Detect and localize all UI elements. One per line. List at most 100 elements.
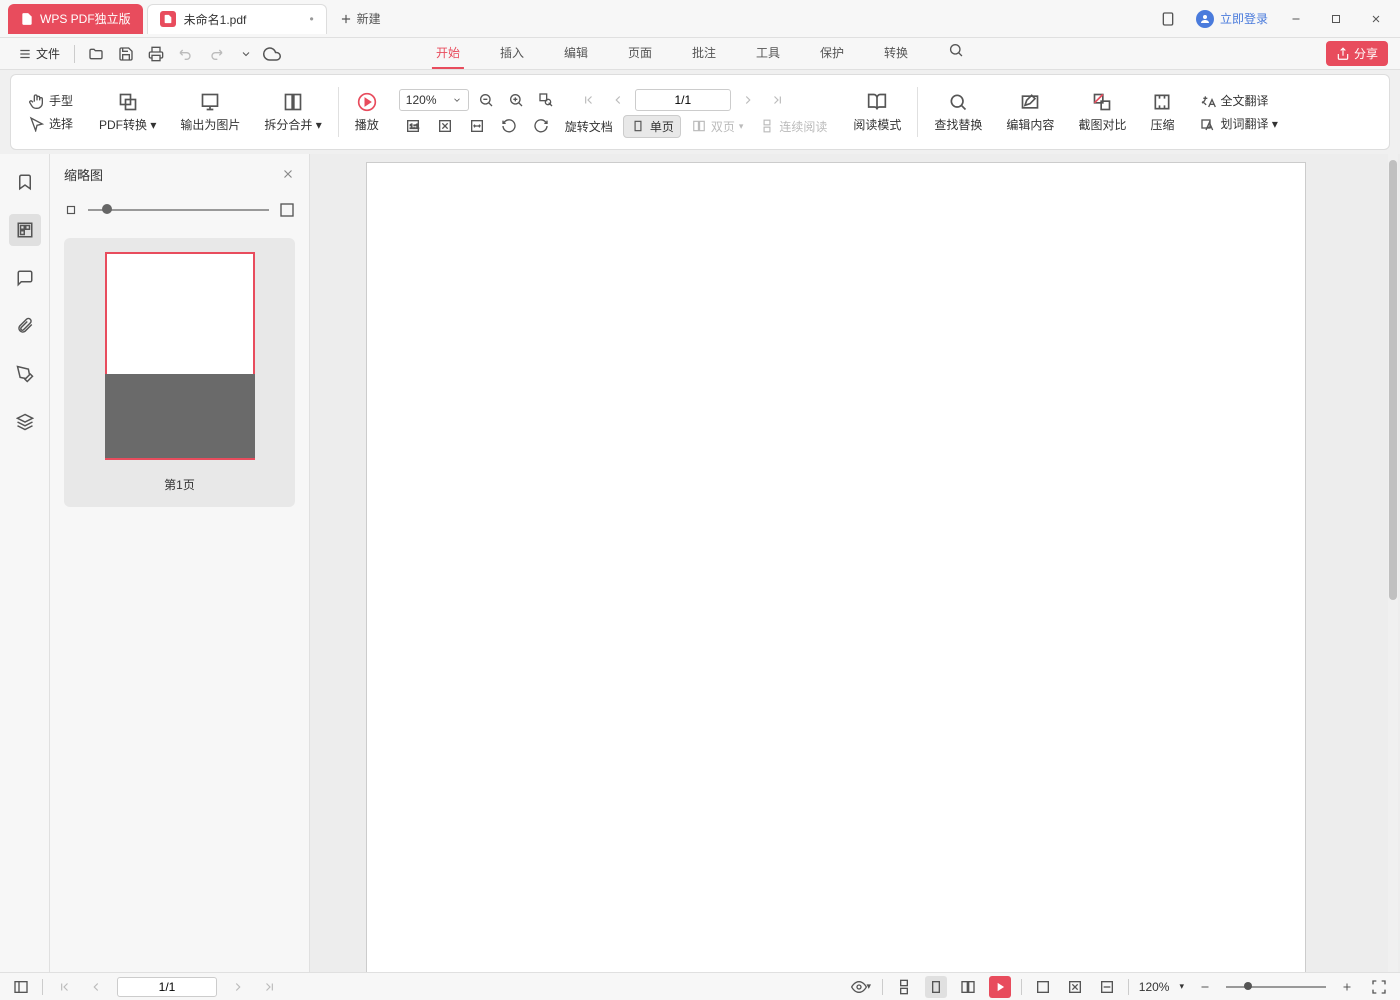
zoom-area[interactable] [533,87,559,113]
page-canvas[interactable] [366,162,1306,972]
rail-signature[interactable] [9,358,41,390]
word-translate[interactable]: 划词翻译 ▾ [1194,113,1283,134]
double-page[interactable]: 双页 ▾ [685,116,750,137]
new-tab-button[interactable]: 新建 [339,10,381,27]
rail-layers[interactable] [9,406,41,438]
last-page[interactable] [765,87,791,113]
continuous-read[interactable]: 连续阅读 [753,116,833,137]
status-actual[interactable] [1032,976,1054,998]
avatar-icon [1196,10,1214,28]
maximize-button[interactable] [1324,7,1348,31]
tab-annotate[interactable]: 批注 [688,38,720,69]
rail-bookmark[interactable] [9,166,41,198]
page-input[interactable] [635,89,731,111]
status-next-page[interactable] [227,976,249,998]
compress[interactable]: 压缩 [1142,88,1182,137]
redo-button[interactable] [203,41,229,67]
thumbnail-card[interactable]: 第1页 [64,238,295,507]
status-fit-page[interactable] [1064,976,1086,998]
quick-dropdown[interactable] [233,41,259,67]
export-image[interactable]: 输出为图片 [172,88,248,137]
thumbnail-close[interactable] [281,167,295,181]
thumb-small-icon[interactable] [64,203,78,217]
status-last-page[interactable] [259,976,281,998]
status-eye[interactable]: ▾ [850,976,872,998]
slider-handle[interactable] [102,204,112,214]
vertical-scrollbar[interactable] [1388,154,1398,972]
actual-size[interactable]: 1:1 [399,116,427,136]
fit-page[interactable] [431,116,459,136]
thumbnail-size-slider[interactable] [88,209,269,211]
status-play[interactable] [989,976,1011,998]
file-menu[interactable]: 文件 [12,45,66,62]
prev-page[interactable] [605,87,631,113]
plus-icon [339,12,353,26]
tab-tools[interactable]: 工具 [752,38,784,69]
status-page-input[interactable] [117,977,217,997]
rotate-doc[interactable]: 旋转文档 [559,116,619,137]
select-tool[interactable]: 选择 [23,113,79,134]
tab-protect[interactable]: 保护 [816,38,848,69]
zoom-in[interactable] [503,87,529,113]
read-mode[interactable]: 阅读模式 [845,88,909,137]
tab-modified-icon[interactable]: • [309,12,313,26]
first-page[interactable] [575,87,601,113]
pdf-app-icon [20,12,34,26]
status-zoom-in[interactable] [1336,976,1358,998]
tab-start[interactable]: 开始 [432,38,464,69]
cloud-button[interactable] [263,45,281,63]
rail-comment[interactable] [9,262,41,294]
status-zoom-slider[interactable] [1226,986,1326,988]
screenshot-compare[interactable]: 截图对比 [1070,88,1134,137]
status-prev-page[interactable] [85,976,107,998]
status-fit-width[interactable] [1096,976,1118,998]
tab-insert[interactable]: 插入 [496,38,528,69]
single-page[interactable]: 单页 [623,115,681,138]
next-page[interactable] [735,87,761,113]
find-replace[interactable]: 查找替换 [926,88,990,137]
print-button[interactable] [143,41,169,67]
rotate-right[interactable] [527,116,555,136]
zoom-select[interactable]: 120% [399,89,469,111]
thumb-large-icon[interactable] [279,202,295,218]
status-double[interactable] [957,976,979,998]
scrollbar-thumb[interactable] [1389,160,1397,600]
pdf-convert[interactable]: PDF转换 ▾ [91,88,164,137]
status-zoom-out[interactable] [1194,976,1216,998]
tab-search[interactable] [944,38,968,69]
edit-content[interactable]: 编辑内容 [998,88,1062,137]
layers-icon [16,413,34,431]
tab-convert[interactable]: 转换 [880,38,912,69]
status-bar: ▾ 120% ▾ [0,972,1400,1000]
close-button[interactable] [1364,7,1388,31]
tab-page[interactable]: 页面 [624,38,656,69]
rail-thumbnail[interactable] [9,214,41,246]
split-merge[interactable]: 拆分合并 ▾ [256,88,329,137]
thumbnail-page-preview[interactable] [105,252,255,460]
play-button[interactable]: 播放 [347,88,387,137]
undo-button[interactable] [173,41,199,67]
zoom-out[interactable] [473,87,499,113]
tab-edit[interactable]: 编辑 [560,38,592,69]
status-single[interactable] [925,976,947,998]
app-tab[interactable]: WPS PDF独立版 [8,4,143,34]
status-panel-toggle[interactable] [10,976,32,998]
status-continuous[interactable] [893,976,915,998]
status-zoom-value[interactable]: 120% [1139,980,1170,994]
rail-attachment[interactable] [9,310,41,342]
next-icon [231,980,245,994]
zoom-slider-handle[interactable] [1244,982,1252,990]
status-first-page[interactable] [53,976,75,998]
rotate-left[interactable] [495,116,523,136]
document-tab[interactable]: 未命名1.pdf • [147,4,327,34]
minimize-button[interactable] [1284,7,1308,31]
status-fullscreen[interactable] [1368,976,1390,998]
fit-width[interactable] [463,116,491,136]
device-icon[interactable] [1156,7,1180,31]
share-button[interactable]: 分享 [1326,41,1388,66]
save-button[interactable] [113,41,139,67]
login-button[interactable]: 立即登录 [1196,10,1268,28]
open-button[interactable] [83,41,109,67]
full-translate[interactable]: 全文翻译 [1194,90,1283,111]
hand-tool[interactable]: 手型 [23,90,79,111]
